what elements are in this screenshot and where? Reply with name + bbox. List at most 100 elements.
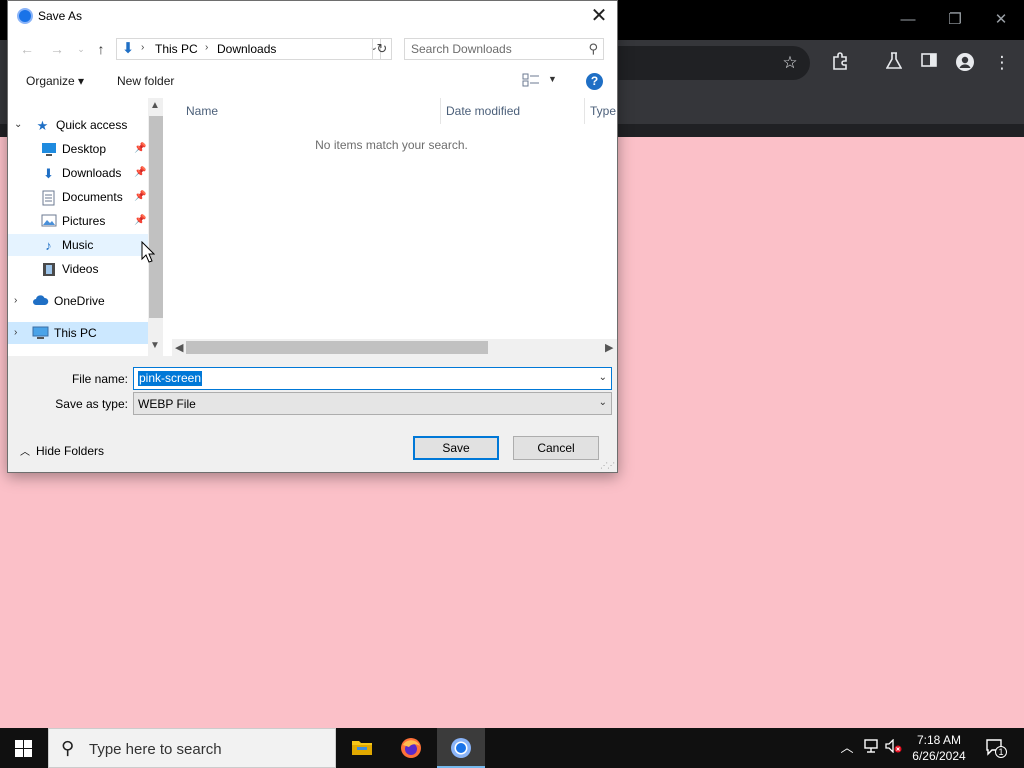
downloads-icon: ⬇	[43, 165, 54, 181]
chrome-icon	[451, 738, 471, 758]
column-divider[interactable]	[440, 98, 441, 124]
pin-icon: 📌	[134, 191, 147, 202]
navigation-pane: ⌄ ★ Quick access Desktop 📌 ⬇ Downloads 📌 D…	[8, 98, 163, 356]
tree-item-onedrive[interactable]: › OneDrive	[8, 290, 148, 312]
computer-icon	[32, 326, 49, 342]
nav-pane-scrollbar[interactable]: ▲ ▼	[148, 98, 163, 356]
collapsed-chevron-icon[interactable]: ›	[14, 322, 17, 344]
file-list-pane: Name Date modified Type No items match y…	[166, 98, 617, 356]
browser-menu-icon[interactable]: ⋮	[991, 52, 1013, 74]
tree-item-documents[interactable]: Documents 📌	[8, 186, 148, 208]
breadcrumb[interactable]: ⬇ › This PC › Downloads ⌄	[116, 38, 381, 60]
save-as-type-select[interactable]: WEBP File ⌄	[133, 392, 612, 415]
tree-item-quick-access[interactable]: ⌄ ★ Quick access	[8, 114, 148, 136]
profile-avatar-icon[interactable]	[954, 52, 976, 74]
show-hidden-icons-chevron-icon[interactable]: ︿	[838, 739, 856, 757]
labs-flask-icon[interactable]	[883, 52, 905, 74]
scroll-down-arrow-icon[interactable]: ▼	[150, 340, 160, 351]
search-box[interactable]: ⚲	[404, 38, 604, 60]
tree-item-this-pc[interactable]: › This PC	[8, 322, 148, 344]
videos-icon	[40, 262, 57, 278]
tree-item-videos[interactable]: Videos	[8, 258, 148, 280]
scrollbar-thumb[interactable]	[186, 341, 488, 354]
search-icon[interactable]: ⚲	[588, 41, 598, 57]
start-button[interactable]	[0, 728, 48, 768]
taskbar: ⚲ Type here to search ︿ 7:18 AM 6/26/202…	[0, 728, 1024, 768]
command-bar: Organize ▾ New folder ▼ ?	[8, 66, 617, 96]
breadcrumb-this-pc[interactable]: This PC	[155, 42, 198, 56]
file-list-horizontal-scrollbar[interactable]: ◀ ▶	[172, 339, 617, 356]
side-panel-icon[interactable]	[918, 52, 940, 74]
network-icon[interactable]	[862, 739, 880, 757]
view-options-icon[interactable]	[522, 73, 542, 89]
scroll-left-arrow-icon[interactable]: ◀	[175, 341, 183, 354]
tree-label-onedrive: OneDrive	[54, 294, 105, 308]
search-input[interactable]	[411, 41, 579, 57]
collapsed-chevron-icon[interactable]: ›	[14, 290, 17, 312]
organize-button[interactable]: Organize ▾	[26, 74, 84, 88]
new-folder-button[interactable]: New folder	[117, 74, 174, 88]
dialog-titlebar[interactable]: Save As ✕	[8, 1, 617, 32]
tree-item-downloads[interactable]: ⬇ Downloads 📌	[8, 162, 148, 184]
volume-muted-icon[interactable]	[885, 738, 903, 757]
file-name-input[interactable]: pink-screen ⌄	[133, 367, 612, 390]
column-header-type[interactable]: Type	[590, 98, 616, 124]
browser-minimize-button[interactable]: —	[893, 8, 923, 32]
view-dropdown-icon[interactable]: ▼	[548, 74, 557, 84]
back-arrow-icon[interactable]: ←	[18, 39, 36, 59]
breadcrumb-separator-icon[interactable]: ›	[205, 42, 208, 53]
up-arrow-icon[interactable]: ↑	[92, 39, 110, 59]
taskbar-firefox[interactable]	[387, 728, 435, 768]
tree-item-music[interactable]: ♪ Music	[8, 234, 148, 256]
documents-icon	[40, 190, 57, 206]
downloads-folder-icon: ⬇	[121, 40, 135, 57]
tree-label-desktop: Desktop	[62, 142, 107, 156]
empty-results-message: No items match your search.	[315, 138, 468, 152]
system-clock[interactable]: 7:18 AM 6/26/2024	[906, 732, 972, 764]
breadcrumb-downloads[interactable]: Downloads	[217, 42, 276, 56]
scroll-up-arrow-icon[interactable]: ▲	[150, 100, 160, 111]
tree-item-desktop[interactable]: Desktop 📌	[8, 138, 148, 160]
firefox-icon	[401, 738, 421, 758]
taskbar-file-explorer[interactable]	[338, 728, 386, 768]
save-as-type-chevron-icon[interactable]: ⌄	[599, 397, 607, 408]
column-header-date-modified[interactable]: Date modified	[446, 98, 520, 124]
column-header-name[interactable]: Name	[186, 98, 218, 124]
save-as-type-label: Save as type:	[55, 397, 128, 411]
save-button[interactable]: Save	[413, 436, 499, 460]
taskbar-chrome[interactable]	[437, 728, 485, 768]
notifications-icon[interactable]: 1	[984, 738, 1007, 758]
column-divider[interactable]	[584, 98, 585, 124]
recent-locations-chevron-icon[interactable]: ⌄	[72, 39, 90, 59]
browser-restore-button[interactable]: ❐	[940, 8, 970, 32]
extensions-icon[interactable]	[829, 52, 851, 74]
taskbar-search-box[interactable]: ⚲ Type here to search	[48, 728, 336, 768]
cloud-icon	[32, 294, 49, 310]
breadcrumb-separator-icon[interactable]: ›	[141, 42, 144, 53]
notification-count-badge: 1	[995, 746, 1007, 758]
expanded-chevron-icon[interactable]: ⌄	[14, 114, 22, 136]
browser-close-button[interactable]: ✕	[986, 8, 1016, 32]
tree-item-pictures[interactable]: Pictures 📌	[8, 210, 148, 232]
taskbar-search-placeholder: Type here to search	[89, 741, 222, 758]
scroll-right-arrow-icon[interactable]: ▶	[605, 341, 613, 354]
save-as-type-value: WEBP File	[138, 397, 196, 411]
windows-logo-icon	[15, 740, 32, 757]
file-explorer-icon	[352, 741, 372, 755]
pin-icon: 📌	[134, 167, 147, 178]
file-name-dropdown-chevron-icon[interactable]: ⌄	[599, 372, 607, 383]
cancel-button[interactable]: Cancel	[513, 436, 599, 460]
help-icon[interactable]: ?	[586, 73, 603, 90]
pictures-icon	[40, 214, 57, 230]
dialog-close-button[interactable]: ✕	[587, 4, 611, 28]
refresh-button[interactable]: ↻	[372, 38, 392, 60]
file-name-selected-text[interactable]: pink-screen	[138, 371, 203, 386]
scrollbar-thumb[interactable]	[149, 116, 163, 318]
resize-grip-icon[interactable]: ⋰⋰	[600, 461, 615, 470]
desktop-icon	[40, 142, 57, 158]
tree-label-downloads: Downloads	[62, 166, 122, 180]
forward-arrow-icon[interactable]: →	[48, 39, 66, 59]
tree-label-music: Music	[62, 238, 94, 252]
hide-folders-button[interactable]: ︿ Hide Folders	[20, 443, 104, 458]
bookmark-star-icon[interactable]: ☆	[779, 52, 801, 74]
